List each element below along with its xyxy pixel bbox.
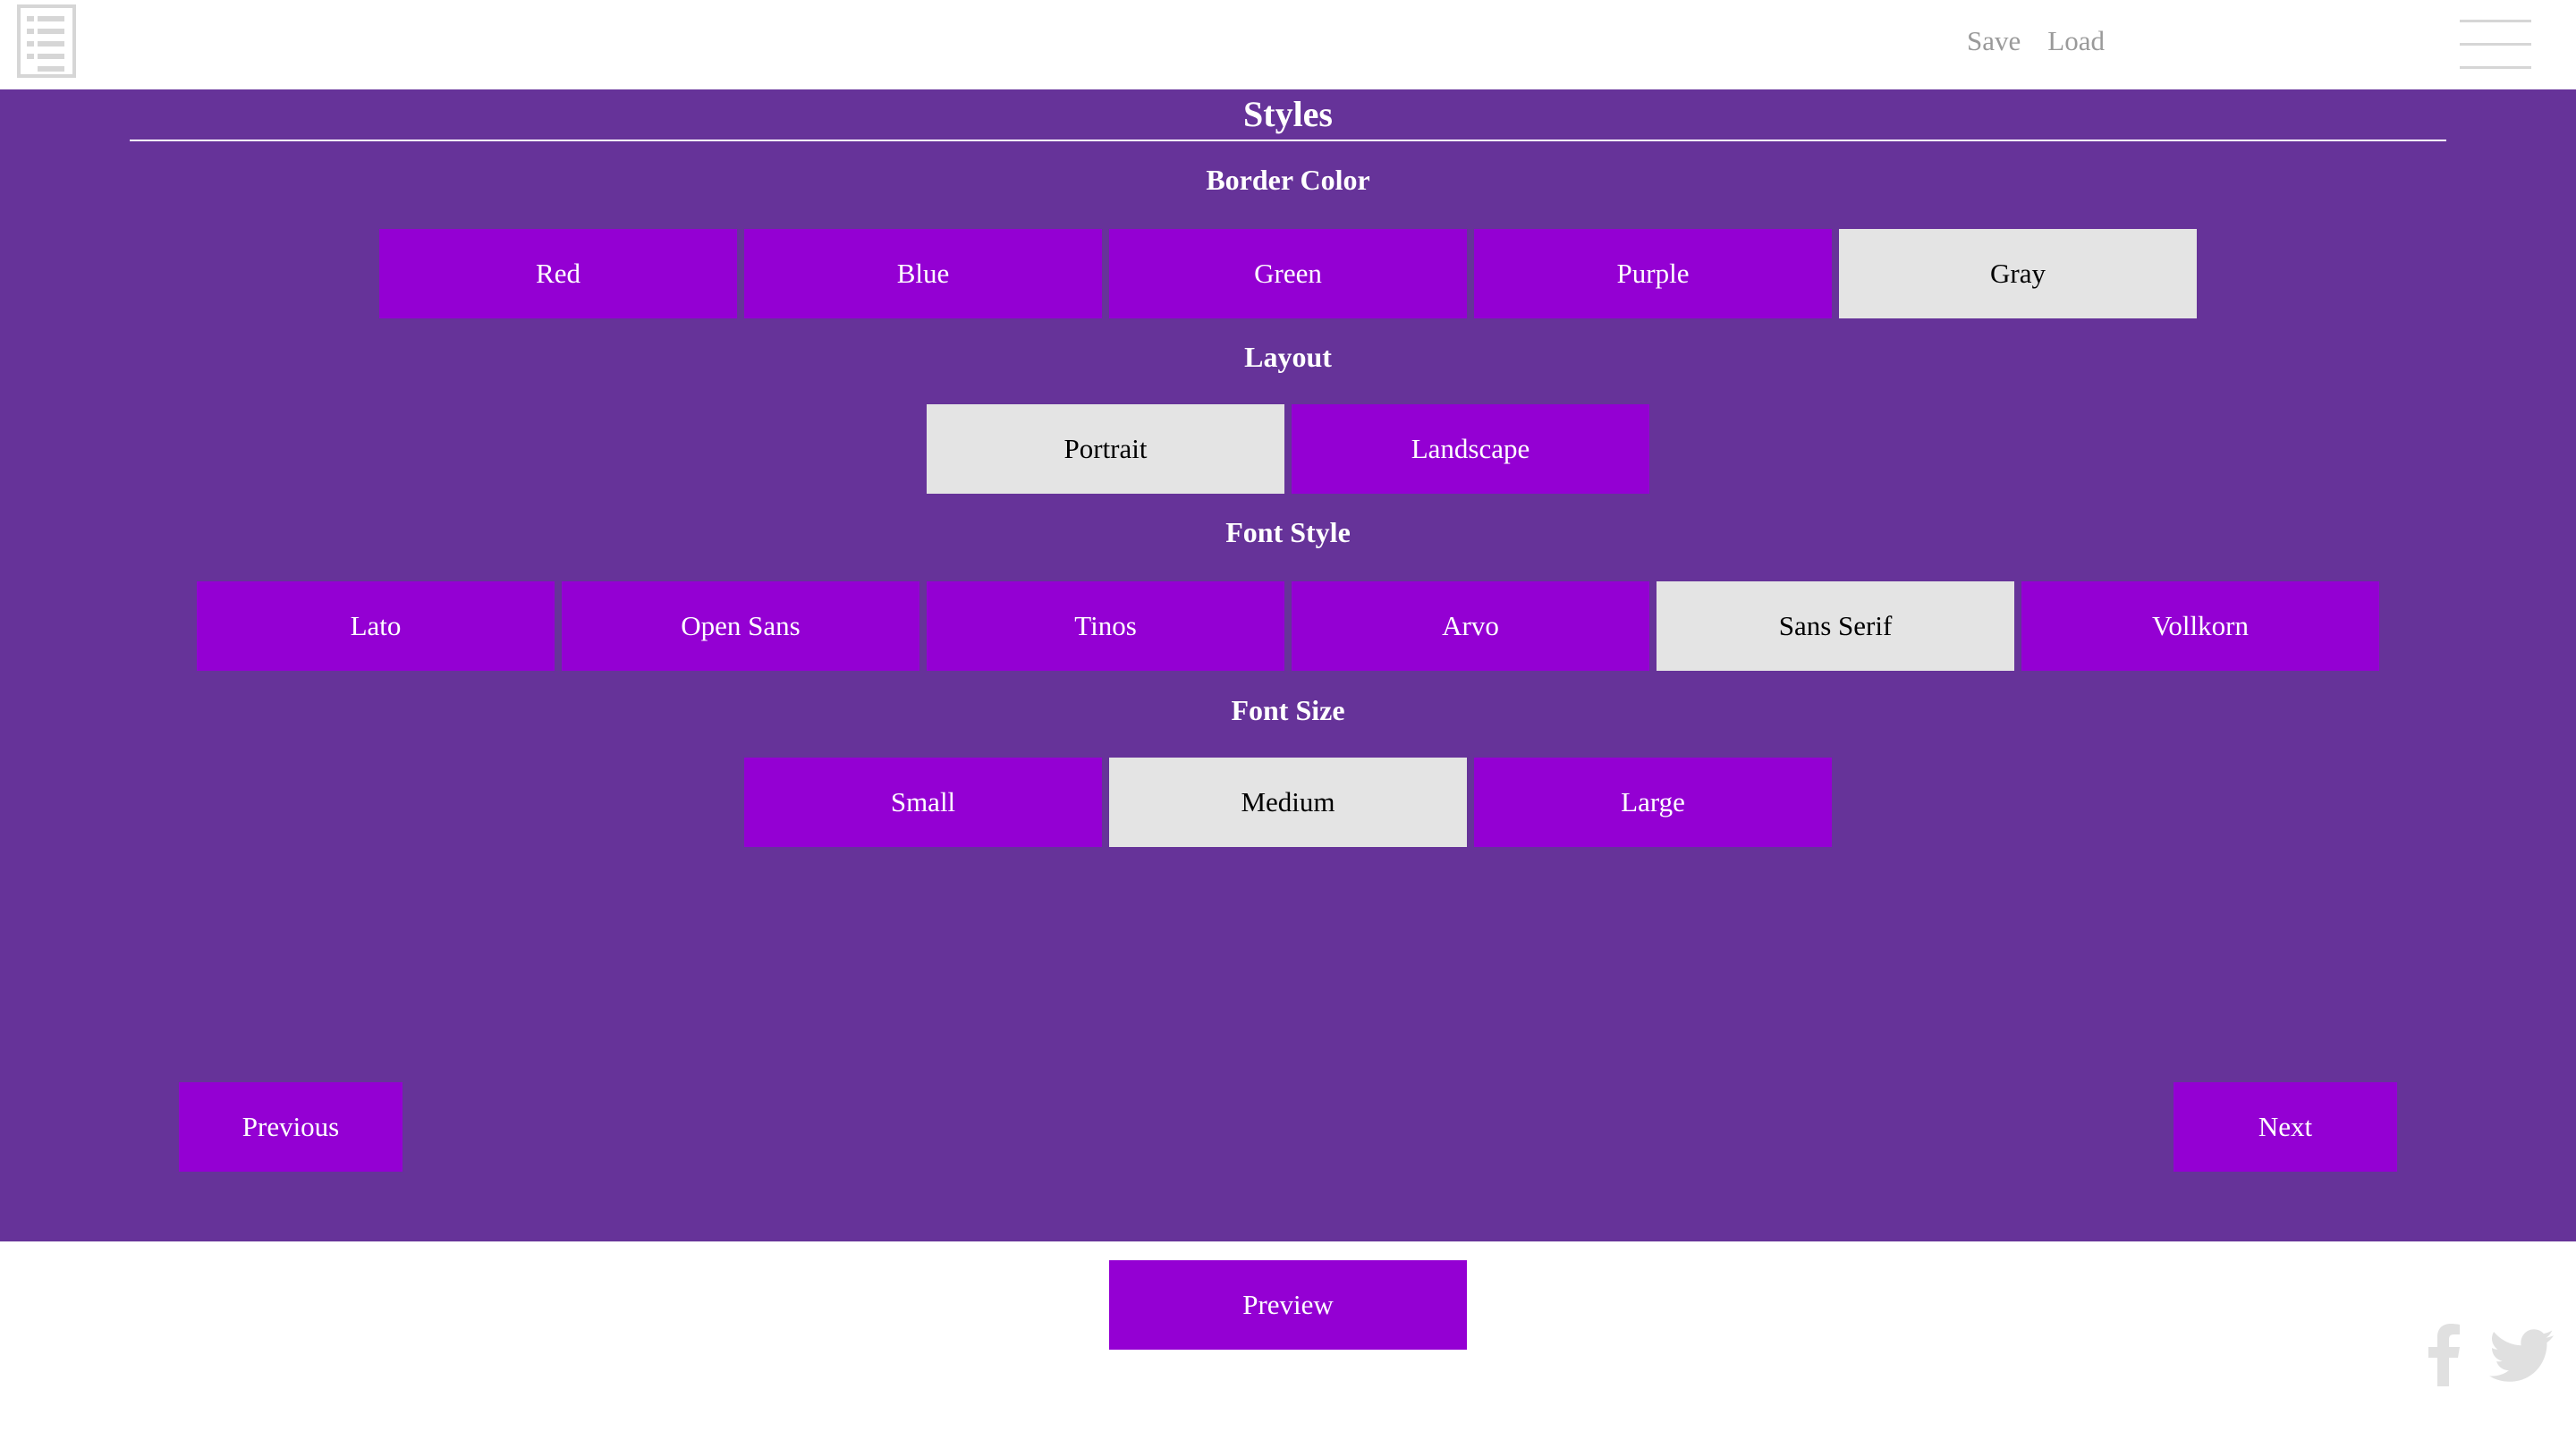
document-list-icon[interactable] (16, 4, 77, 79)
border-color-blue-button[interactable]: Blue (744, 229, 1102, 318)
border-color-red-button[interactable]: Red (379, 229, 737, 318)
border-color-options: Red Blue Green Purple Gray (0, 229, 2576, 318)
font-vollkorn-button[interactable]: Vollkorn (2021, 581, 2379, 671)
page-title: Styles (1243, 94, 1333, 134)
twitter-icon[interactable] (2488, 1329, 2555, 1383)
layout-landscape-button[interactable]: Landscape (1292, 404, 1649, 494)
border-color-label: Border Color (1206, 164, 1370, 196)
font-size-medium-button[interactable]: Medium (1109, 758, 1467, 847)
load-link[interactable]: Load (2047, 25, 2105, 57)
facebook-icon[interactable] (2428, 1324, 2460, 1386)
font-arvo-button[interactable]: Arvo (1292, 581, 1649, 671)
title-divider (130, 140, 2446, 141)
font-open-sans-button[interactable]: Open Sans (562, 581, 919, 671)
file-actions: Save Load (1967, 25, 2105, 57)
styles-panel: Styles Border Color Red Blue Green Purpl… (0, 89, 2576, 1241)
menu-bar (2460, 43, 2531, 46)
layout-portrait-button[interactable]: Portrait (927, 404, 1284, 494)
layout-options: Portrait Landscape (0, 404, 2576, 494)
font-size-large-button[interactable]: Large (1474, 758, 1832, 847)
menu-bar (2460, 66, 2531, 69)
font-lato-button[interactable]: Lato (197, 581, 555, 671)
font-style-label: Font Style (1225, 516, 1351, 548)
border-color-gray-button[interactable]: Gray (1839, 229, 2197, 318)
font-tinos-button[interactable]: Tinos (927, 581, 1284, 671)
font-style-options: Lato Open Sans Tinos Arvo Sans Serif Vol… (0, 581, 2576, 671)
top-bar: Save Load (0, 0, 2576, 89)
previous-button[interactable]: Previous (179, 1082, 402, 1172)
border-color-purple-button[interactable]: Purple (1474, 229, 1832, 318)
menu-bar (2460, 20, 2531, 22)
hamburger-menu-icon[interactable] (2460, 20, 2531, 70)
save-link[interactable]: Save (1967, 25, 2021, 57)
next-button[interactable]: Next (2174, 1082, 2397, 1172)
font-size-label: Font Size (1231, 694, 1345, 726)
font-sans-serif-button[interactable]: Sans Serif (1657, 581, 2014, 671)
preview-button[interactable]: Preview (1109, 1260, 1467, 1350)
layout-label: Layout (1244, 341, 1332, 373)
font-size-options: Small Medium Large (0, 758, 2576, 847)
font-size-small-button[interactable]: Small (744, 758, 1102, 847)
border-color-green-button[interactable]: Green (1109, 229, 1467, 318)
